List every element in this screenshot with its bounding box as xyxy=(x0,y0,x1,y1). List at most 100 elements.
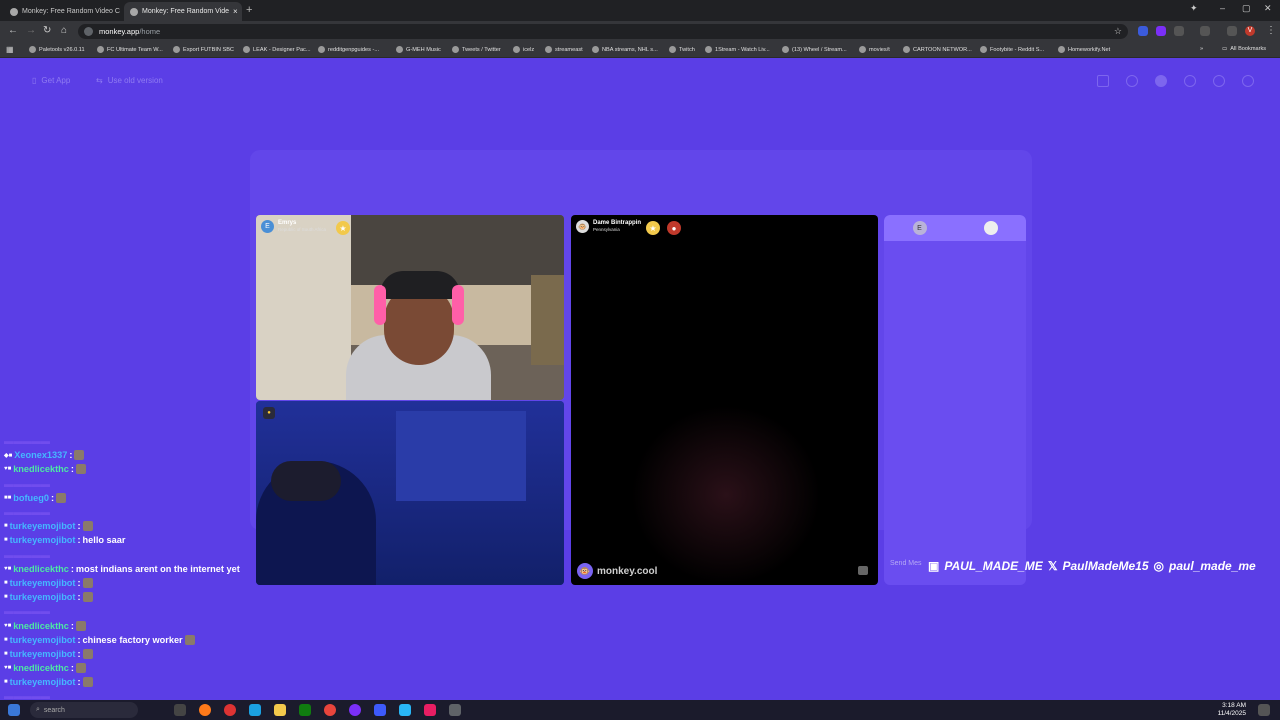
address-bar[interactable]: monkey.app /home ☆ xyxy=(78,24,1128,39)
back-icon[interactable]: ← xyxy=(8,25,18,36)
file-explorer-icon[interactable] xyxy=(274,704,286,716)
profile-avatar[interactable]: V xyxy=(1245,26,1255,36)
site-info-icon[interactable] xyxy=(84,27,93,36)
chat-badge-icon: ■ xyxy=(4,636,8,643)
monkey-favicon-icon xyxy=(130,7,138,16)
reaction-badge-icon[interactable]: ★ xyxy=(646,221,660,235)
firefox-icon[interactable] xyxy=(199,704,211,716)
chat-badge-icon: ■■ xyxy=(4,494,12,501)
all-bookmarks-folder[interactable]: ▭ All Bookmarks xyxy=(1222,46,1266,52)
bookmark-item[interactable]: Export FUTBIN SBC xyxy=(173,46,234,53)
side-chat-panel: E Send Mes xyxy=(884,215,1026,585)
forward-icon[interactable]: → xyxy=(26,25,36,36)
apps-grid-icon[interactable]: ▦ xyxy=(6,45,14,54)
chat-line: ◆■ Xeonex1337: xyxy=(4,448,304,462)
profile-icon[interactable] xyxy=(1242,75,1254,87)
get-app-button[interactable]: ▯ Get App xyxy=(32,76,70,85)
notification-icon[interactable] xyxy=(1258,704,1270,716)
user-namecard[interactable]: E Emrys Republic of South Africa xyxy=(261,220,326,233)
bookmark-item[interactable]: Twitch xyxy=(669,46,695,53)
bookmark-star-icon[interactable]: ☆ xyxy=(1114,26,1122,37)
shop-icon[interactable] xyxy=(1097,75,1109,87)
search-icon[interactable] xyxy=(1126,75,1138,87)
bookmark-item[interactable]: Homeworkify.Net xyxy=(1058,46,1110,53)
app-icon[interactable] xyxy=(374,704,386,716)
monkey-cool-watermark: 🐵 monkey.cool xyxy=(577,563,657,579)
extension-sparkle-icon[interactable]: ✦ xyxy=(1190,3,1198,14)
bookmark-item[interactable]: G-MEH Music xyxy=(396,46,441,53)
download-icon[interactable] xyxy=(1227,26,1237,36)
chat-line: ■ turkeyemojibot: xyxy=(4,519,304,533)
app-icon[interactable] xyxy=(399,704,411,716)
home-icon[interactable]: ⌂ xyxy=(61,25,67,36)
reaction-badge-icon[interactable]: ★ xyxy=(336,221,350,235)
bookmark-item[interactable]: NBA streams, NHL s... xyxy=(592,46,658,53)
options-icon[interactable] xyxy=(858,566,868,575)
bookmark-item[interactable]: redditgenpguides -... xyxy=(318,46,379,53)
menu-dots-icon[interactable]: ⋮ xyxy=(1266,25,1276,36)
chat-badge-icon: ♥■ xyxy=(4,466,12,473)
new-tab-button[interactable]: + xyxy=(246,4,252,16)
app-icon[interactable] xyxy=(224,704,236,716)
instagram-handle: paul_made_me xyxy=(1169,559,1256,573)
chrome-active-icon[interactable] xyxy=(449,704,461,716)
chat-badge-icon: ♥■ xyxy=(4,565,12,572)
chat-line: ▬▬▬▬▬ xyxy=(4,436,50,447)
extensions-puzzle-icon[interactable] xyxy=(1174,26,1184,36)
bookmark-item[interactable]: Paletools v26.0.11 xyxy=(29,46,85,53)
bookmark-item[interactable]: (13) Wheel / Stream... xyxy=(782,46,847,53)
bookmark-item[interactable]: 1Stream - Watch Liv... xyxy=(705,46,770,53)
chrome-icon[interactable] xyxy=(324,704,336,716)
rose-badge-icon[interactable]: ● xyxy=(667,221,681,235)
chat-line: ♥■ knedlicekthc: xyxy=(4,661,304,675)
bookmark-item[interactable]: Footybite - Reddit S... xyxy=(980,46,1044,53)
reload-icon[interactable]: ↻ xyxy=(43,25,51,36)
close-icon[interactable]: × xyxy=(233,7,238,16)
maximize-icon[interactable]: ▢ xyxy=(1242,3,1251,14)
headphone-right xyxy=(452,285,464,325)
chat-icon[interactable] xyxy=(1213,75,1225,87)
emote-icon xyxy=(82,577,93,588)
app-icon[interactable] xyxy=(249,704,261,716)
sidepanel-icon[interactable] xyxy=(1200,26,1210,36)
use-old-version-button[interactable]: ⇆ Use old version xyxy=(96,76,163,85)
xbox-icon[interactable] xyxy=(299,704,311,716)
twitch-handle: PAUL_MADE_ME xyxy=(944,559,1043,573)
bookmark-item[interactable]: streameast xyxy=(545,46,583,53)
taskbar-search[interactable]: ⌕ search xyxy=(30,702,138,718)
extension-icon[interactable] xyxy=(1156,26,1166,36)
chat-line: ■ turkeyemojibot: xyxy=(4,647,304,661)
monkey-logo-icon: 🐵 xyxy=(577,563,593,579)
chat-badge-icon: ♥■ xyxy=(4,622,12,629)
user-namecard[interactable]: 🐵 Dame Bintrappin Pennsylvania xyxy=(576,220,641,233)
chevron-right-icon[interactable]: » xyxy=(1200,46,1203,52)
emote-icon xyxy=(74,450,85,461)
send-message-input[interactable]: Send Mes xyxy=(890,560,922,567)
side-tab[interactable]: E xyxy=(884,215,955,241)
bookmark-item[interactable]: icelz xyxy=(513,46,534,53)
bookmark-item[interactable]: LEAK - Designer Pac... xyxy=(243,46,311,53)
browser-tab-active[interactable]: Monkey: Free Random Vide × xyxy=(124,2,242,21)
bookmark-item[interactable]: movies/t xyxy=(859,46,890,53)
start-icon[interactable] xyxy=(8,704,20,716)
side-tab[interactable] xyxy=(955,215,1026,241)
app-icon[interactable] xyxy=(424,704,436,716)
app-icon[interactable] xyxy=(349,704,361,716)
chat-line: ▬▬▬▬▬ xyxy=(4,507,50,518)
coin-icon[interactable] xyxy=(1155,75,1167,87)
emote-icon xyxy=(184,634,195,645)
minimize-icon[interactable]: – xyxy=(1220,3,1225,13)
chat-line: ♥■ knedlicekthc: xyxy=(4,618,304,632)
emote-icon xyxy=(75,620,86,631)
bookmark-item[interactable]: Tweets / Twitter xyxy=(452,46,501,53)
taskbar-clock[interactable]: 3:18 AM 11/4/2025 xyxy=(1218,702,1246,718)
bookmark-item[interactable]: FC Ultimate Team W... xyxy=(97,46,163,53)
close-window-icon[interactable]: ✕ xyxy=(1264,3,1272,14)
instagram-icon: ◎ xyxy=(1153,559,1165,573)
browser-tab[interactable]: Monkey: Free Random Video C × xyxy=(4,2,122,21)
history-icon[interactable] xyxy=(1184,75,1196,87)
refresh-icon: ⇆ xyxy=(96,76,103,85)
bookmark-item[interactable]: CARTOON NETWOR... xyxy=(903,46,972,53)
extension-icon[interactable] xyxy=(1138,26,1148,36)
task-view-icon[interactable] xyxy=(174,704,186,716)
